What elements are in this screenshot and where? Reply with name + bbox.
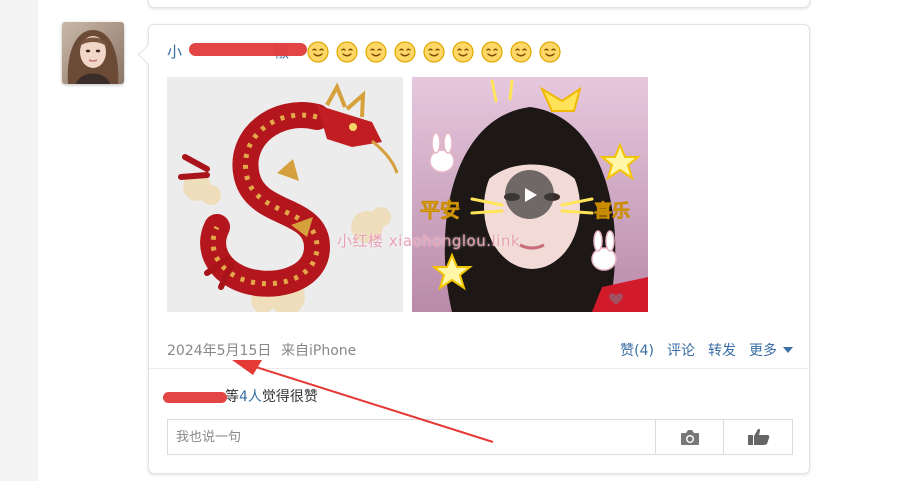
- camera-icon: [681, 430, 699, 445]
- smiley-face-icon: [307, 41, 329, 63]
- svg-text:平安: 平安: [420, 198, 460, 222]
- post-card: 小椒: [137, 24, 810, 474]
- caret-down-icon: [783, 347, 793, 353]
- comment-action[interactable]: 评论: [667, 340, 695, 360]
- comment-input[interactable]: [168, 420, 654, 454]
- post-source: 来自iPhone: [281, 343, 357, 359]
- play-icon: [524, 187, 537, 202]
- smiley-face-icon: [365, 41, 387, 63]
- smiley-face-icon: [423, 41, 445, 63]
- thumb-up-icon: [747, 428, 769, 445]
- play-button[interactable]: [505, 170, 554, 219]
- post-header: 小椒: [167, 39, 568, 65]
- smiley-face-icon: [336, 41, 358, 63]
- like-action[interactable]: 赞(4): [620, 340, 654, 360]
- smiley-face-icon: [452, 41, 474, 63]
- photo-upload-button[interactable]: [655, 420, 724, 454]
- comment-box: [167, 419, 793, 455]
- smiley-face-icon: [510, 41, 532, 63]
- divider: [149, 368, 809, 369]
- svg-text:喜乐: 喜乐: [594, 201, 630, 222]
- card-notch: [137, 43, 160, 66]
- watermark: 小红楼 xiaohonglou.link: [337, 232, 521, 250]
- photo-dragon[interactable]: [167, 77, 403, 312]
- smiley-face-icon: [539, 41, 561, 63]
- more-label: 更多: [749, 343, 777, 359]
- post-date[interactable]: 2024年5月15日: [167, 340, 271, 360]
- avatar[interactable]: [62, 22, 124, 84]
- likers-redaction: [163, 392, 227, 403]
- quick-like-button[interactable]: [723, 420, 793, 454]
- emoji-row: [307, 41, 568, 63]
- smiley-face-icon: [481, 41, 503, 63]
- smiley-face-icon: [394, 41, 416, 63]
- post-meta: 2024年5月15日 来自iPhone 赞(4) 评论 转发 更多: [167, 338, 793, 360]
- post-actions: 赞(4) 评论 转发 更多: [607, 340, 793, 360]
- video-thumbnail[interactable]: 平安 喜乐: [412, 77, 648, 312]
- likes-count-link[interactable]: 4人: [239, 386, 262, 406]
- left-rail: [0, 0, 38, 481]
- more-action[interactable]: 更多: [749, 340, 793, 360]
- likes-prefix: 等: [225, 389, 239, 405]
- likes-suffix: 觉得很赞: [261, 389, 318, 405]
- previous-post-card: [148, 0, 810, 8]
- repost-action[interactable]: 转发: [708, 340, 736, 360]
- username-redaction: [189, 43, 307, 56]
